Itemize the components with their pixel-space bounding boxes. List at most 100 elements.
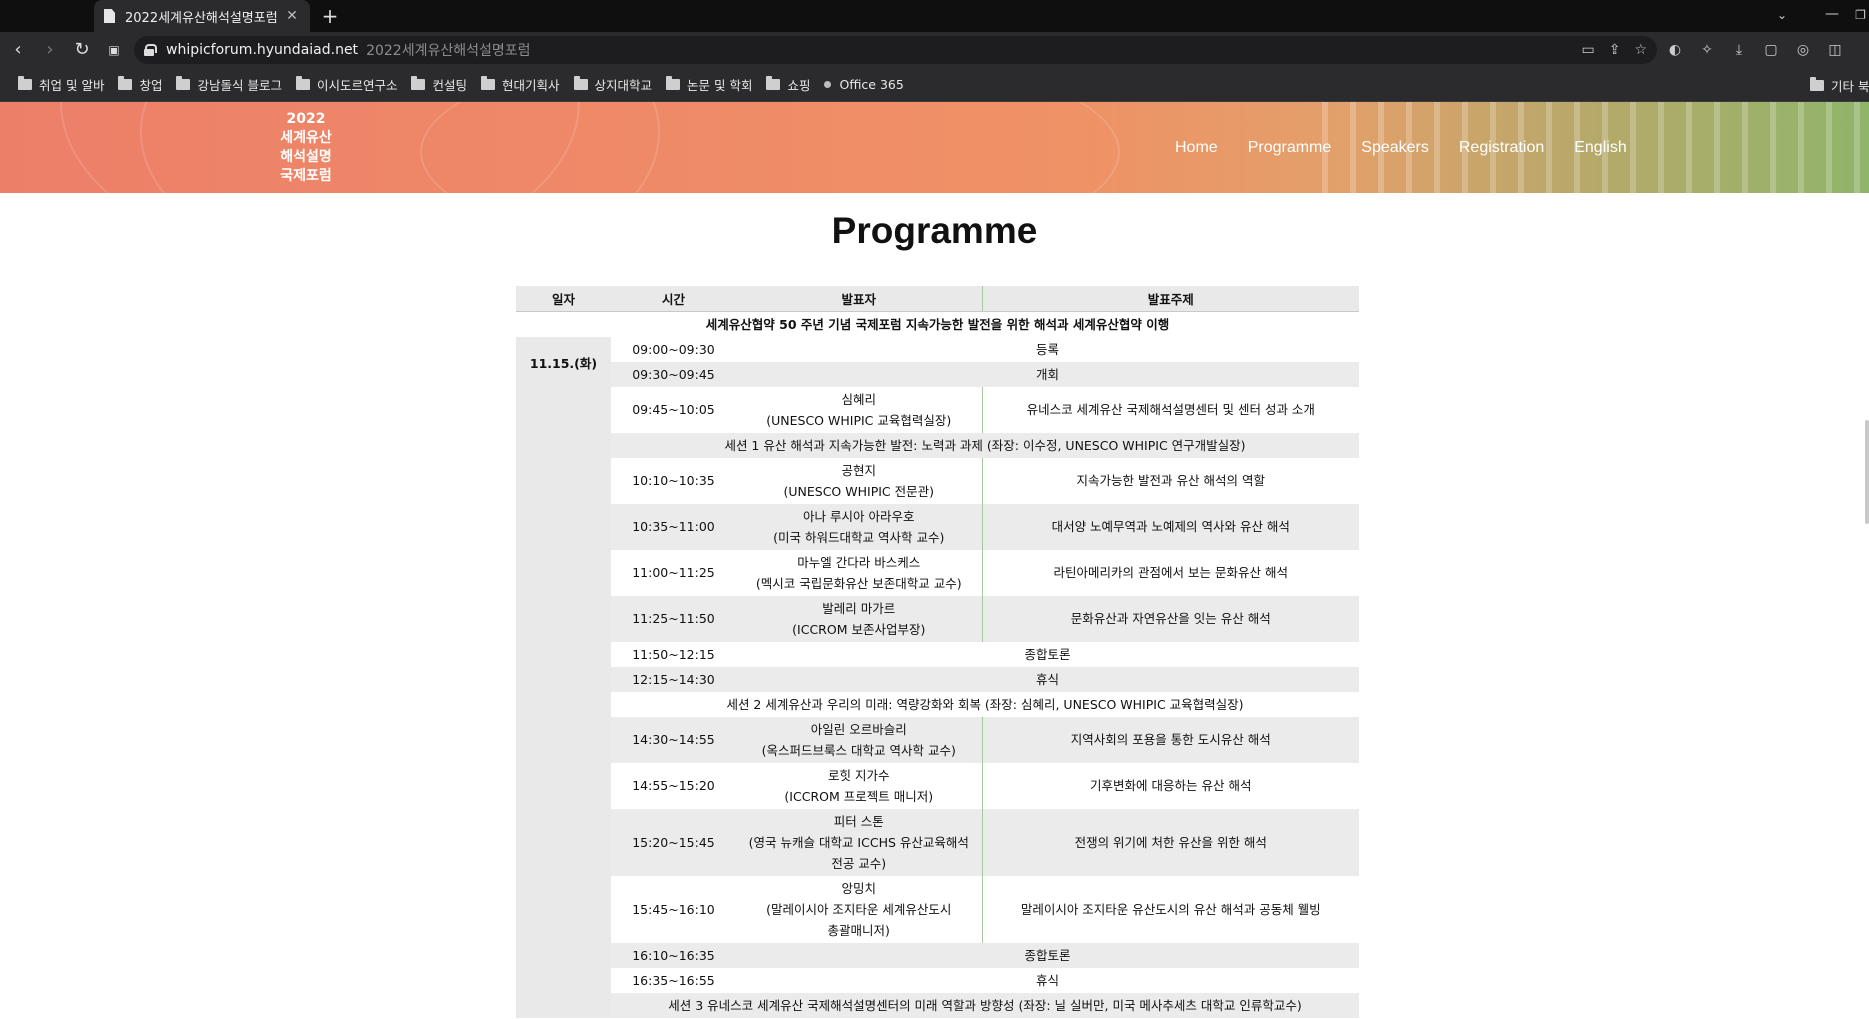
restore-icon[interactable]: ❐ [1852,0,1869,32]
favorite-icon[interactable]: ☆ [1634,42,1647,58]
nav-speakers[interactable]: Speakers [1346,139,1444,157]
agenda-item: 종합토론 [1024,646,1071,662]
close-tab-icon[interactable]: ✕ [284,8,300,24]
time-cell: 14:55~15:20 [632,778,715,793]
table-row: 16:35~16:55 휴식 [516,968,1359,993]
back-icon[interactable]: ‹ [4,36,32,64]
page-title: Programme [831,210,1038,251]
collections-icon[interactable]: ▢ [1760,42,1782,58]
speaker-name: 공현지 [841,462,876,478]
bookmark-item[interactable]: Office 365 [824,77,904,92]
bookmark-label: 현대기획사 [501,78,560,93]
sidebar-icon[interactable]: ◫ [1824,42,1846,58]
bookmark-label: 강남돌식 블로그 [197,78,282,93]
nav-registration[interactable]: Registration [1444,139,1559,157]
lock-icon [144,44,157,56]
bookmark-label: 상지대학교 [594,78,653,93]
folder-icon [1810,77,1824,91]
puzzle-icon[interactable]: ✧ [1696,42,1718,58]
dot-icon [824,81,832,88]
speaker-cell: 앙밍치 (말레이시아 조지타운 세계유산도시 총괄매니저) [736,875,983,943]
speaker-affiliation: (미국 하워드대학교 역사학 교수) [773,529,945,545]
folder-icon [766,76,781,90]
forward-icon[interactable]: › [36,36,64,64]
bookmark-item[interactable]: 현대기획사 [480,75,560,94]
other-bookmarks[interactable]: 기타 북 [1810,76,1869,95]
cast-icon[interactable]: ▭ [1581,42,1594,58]
url-page-title: 2022세계유산해석설명포럼 [366,43,531,59]
main-nav: Home Programme Speakers Registration Eng… [1160,102,1642,193]
topic-cell: 대서양 노예무역과 노예제의 역사와 유산 해석 [982,503,1359,550]
nav-programme[interactable]: Programme [1233,139,1347,157]
topic-cell: 전쟁의 위기에 처한 유산을 위한 해석 [982,808,1359,876]
speaker-cell: 아일린 오르바슬리 (옥스퍼드브룩스 대학교 역사학 교수) [736,716,983,763]
reload-icon[interactable]: ↻ [68,36,96,64]
tab-list-chevron-icon[interactable]: ⌄ [1770,0,1794,32]
speaker-name: 아나 루시아 아라우호 [803,508,915,524]
active-tab[interactable]: 2022세계유산해석설명포럼 ✕ [94,0,310,32]
bookmark-item[interactable]: 컨설팅 [411,75,467,94]
new-tab-button[interactable]: + [316,2,344,30]
site-logo[interactable]: 2022 세계유산 해석설명 국제포럼 [262,110,350,186]
bookmark-item[interactable]: 취업 및 알바 [18,75,104,94]
session-title: 세션 2 세계유산과 우리의 미래: 역량강화와 회복 (좌장: 심혜리, UN… [726,696,1244,712]
screenshot-icon[interactable]: ◎ [1792,42,1814,58]
table-row: 09:45~10:05 심혜리 (UNESCO WHIPIC 교육협력실장) 유네스코… [516,386,1359,433]
bookmark-item[interactable]: 상지대학교 [573,75,653,94]
folder-icon [118,76,133,90]
browser-toolbar: ‹ › ↻ ▣ whipicforum.hyundaiad.net 2022세계… [0,32,1869,68]
bookmark-item[interactable]: 창업 [118,75,162,94]
table-row: 16:10~16:35 종합토론 [516,942,1359,968]
speaker-name: 앙밍치 [841,880,876,896]
speaker-affiliation: (영국 뉴캐슬 대학교 ICCHS 유산교육해석 [748,834,969,850]
bookmark-item[interactable]: 강남돌식 블로그 [176,75,282,94]
table-row: 세션 1 유산 해석과 지속가능한 발전: 노력과 과제 (좌장: 이수정, U… [516,432,1359,458]
topic-cell: 말레이시아 조지타운 유산도시의 유산 해석과 공동체 웰빙 [1020,901,1321,917]
time-cell: 09:45~10:05 [632,402,715,417]
time-cell: 16:35~16:55 [632,972,715,988]
folder-icon [411,76,426,90]
time-cell: 15:20~15:45 [611,808,736,876]
topic-cell: 문화유산과 자연유산을 잇는 유산 해석 [982,595,1359,642]
speaker-affiliation: 총괄매니저) [827,922,890,938]
bookmark-label: 쇼핑 [787,78,811,93]
table-row: 11:00~11:25 마누엘 간다라 바스케스 (멕시코 국립문화유산 보존대학교… [516,549,1359,596]
speaker-name: 아일린 오르바슬리 [810,721,907,737]
nav-home[interactable]: Home [1160,139,1233,157]
site-info-icon[interactable]: ▣ [100,36,128,64]
toolbar-icons: ◐ ✧ ⤓ ▢ ◎ ◫ [1664,36,1846,64]
share-icon[interactable]: ⇪ [1609,42,1621,58]
bookmark-item[interactable]: 이시도르연구소 [295,75,397,94]
scrollbar-thumb[interactable] [1865,420,1869,524]
table-header-row: 일자 시간 발표자 발표주제 [516,286,1359,312]
speaker-affiliation: (ICCROM 프로젝트 매니저) [784,788,934,804]
event-title-row: 세계유산협약 50 주년 기념 국제포럼 지속가능한 발전을 위한 해석과 세계… [516,311,1359,337]
agenda-item: 휴식 [1035,972,1059,988]
minimize-icon[interactable]: — [1820,0,1844,32]
address-bar[interactable]: whipicforum.hyundaiad.net 2022세계유산해석설명포럼… [134,36,1657,64]
speaker-name: 로힛 지가수 [828,767,890,783]
download-icon[interactable]: ⤓ [1728,42,1750,58]
logo-line: 국제포럼 [280,168,332,184]
omnibox-actions: ▭ ⇪ ☆ [1581,42,1647,58]
table-row: 10:35~11:00 아나 루시아 아라우호 (미국 하워드대학교 역사학 교수)… [516,503,1359,550]
programme-table: 일자 시간 발표자 발표주제 세계유산협약 50 주년 기념 국제포럼 지속가능… [516,286,1359,1018]
bookmark-label: 논문 및 학회 [687,78,753,93]
table-row: 14:55~15:20 로힛 지가수 (ICCROM 프로젝트 매니저) 기후변화에 … [516,762,1359,809]
time-cell: 15:45~16:10 [632,901,715,917]
bookmark-label: 컨설팅 [432,78,467,93]
nav-english[interactable]: English [1559,139,1641,157]
table-row: 11.15.(화) 09:00~09:30 등록 [516,336,1359,1018]
speaker-affiliation: (멕시코 국립문화유산 보존대학교 교수) [755,575,962,591]
table-row: 11:25~11:50 발레리 마가르 (ICCROM 보존사업부장) 문화유산과 자… [516,595,1359,642]
inactive-tab[interactable] [0,0,94,32]
bookmark-item[interactable]: 논문 및 학회 [666,75,752,94]
extension-icon[interactable]: ◐ [1664,42,1686,58]
topic-cell: 지역사회의 포용을 통한 도시유산 해석 [982,716,1359,763]
table-row: 11:50~12:15 종합토론 [516,642,1359,667]
bookmark-item[interactable]: 쇼핑 [766,75,810,94]
speaker-cell: 마누엘 간다라 바스케스 (멕시코 국립문화유산 보존대학교 교수) [736,549,983,596]
document-icon [104,9,115,23]
bookmark-label: 창업 [139,78,163,93]
speaker-name: 피터 스톤 [833,813,884,829]
